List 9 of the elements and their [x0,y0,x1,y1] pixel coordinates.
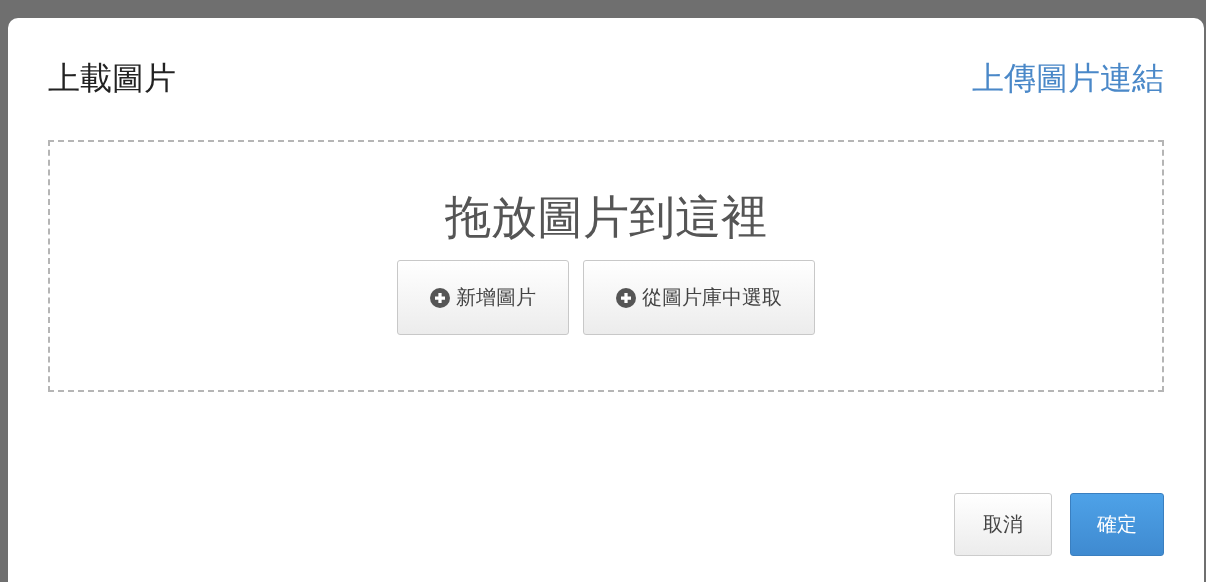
add-image-button[interactable]: 從圖片庫中選取 [583,260,815,335]
plus-circle-icon [616,287,636,308]
plus-circle-icon [430,287,450,308]
dialog-title: 上載圖片 [48,58,176,99]
drop-prompt: 拖放圖片到這裡 [445,194,767,240]
drop-zone[interactable]: 拖放圖片到這裡 新增圖片 從圖片庫中選取 [48,140,1164,392]
upload-link[interactable]: 上傳圖片連結 [972,57,1164,101]
cancel-button[interactable]: 取消 [954,493,1052,556]
add-image-button[interactable]: 新增圖片 [397,260,569,335]
